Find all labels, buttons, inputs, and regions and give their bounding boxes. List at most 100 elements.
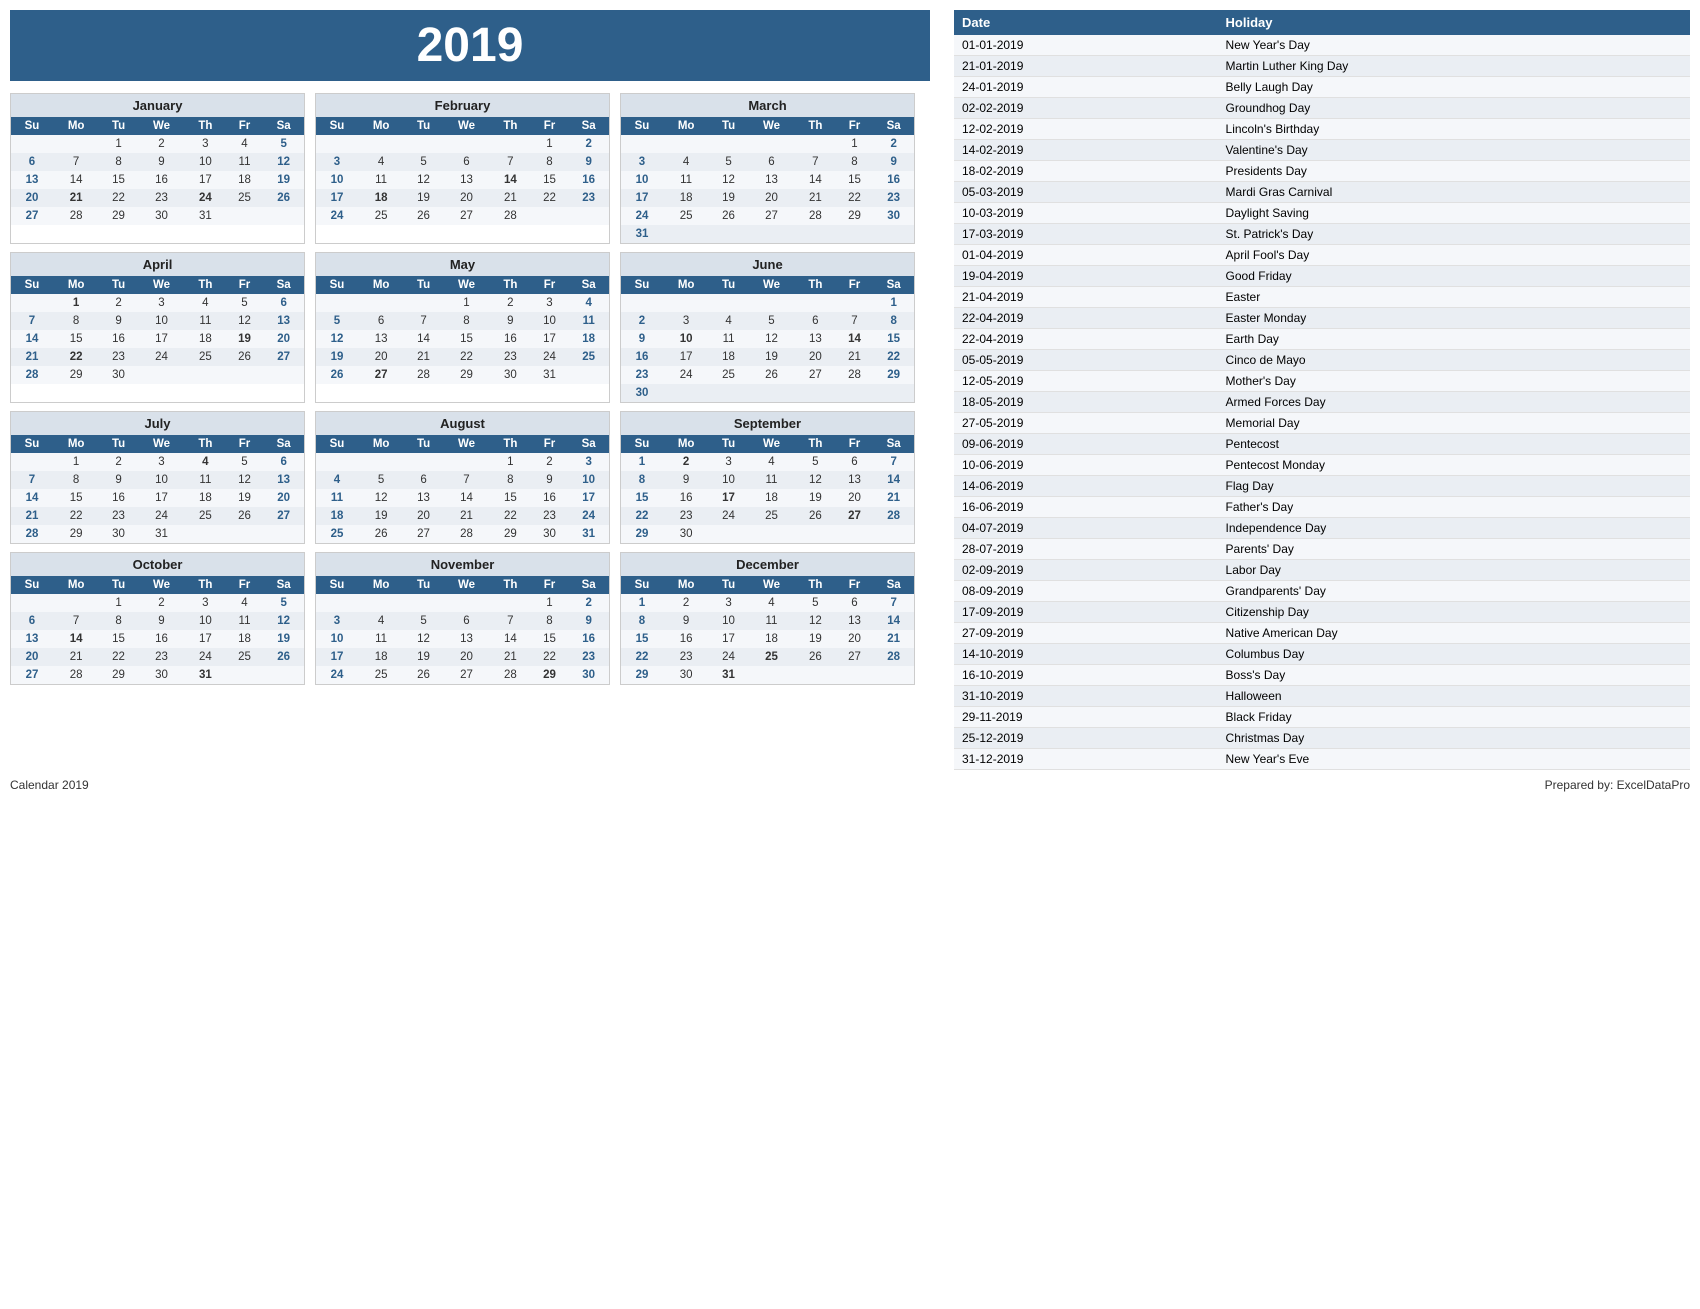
- holiday-date: 31-12-2019: [954, 749, 1218, 770]
- day-cell: 15: [53, 330, 99, 348]
- day-cell: 6: [358, 312, 404, 330]
- day-cell: 10: [185, 612, 226, 630]
- holiday-date: 14-10-2019: [954, 644, 1218, 665]
- month-title-october: October: [11, 553, 304, 576]
- day-cell: [404, 135, 443, 153]
- day-cell: 13: [443, 630, 490, 648]
- day-cell: 18: [358, 648, 404, 666]
- holiday-name: Halloween: [1218, 686, 1690, 707]
- day-cell: 31: [185, 666, 226, 684]
- holiday-row: 28-07-2019Parents' Day: [954, 539, 1690, 560]
- day-cell: 28: [795, 207, 836, 225]
- holiday-row: 05-05-2019Cinco de Mayo: [954, 350, 1690, 371]
- day-header-mo: Mo: [53, 576, 99, 594]
- day-cell: 13: [404, 489, 443, 507]
- day-cell: 27: [11, 207, 53, 225]
- month-table-september: SuMoTuWeThFrSa12345678910111213141516171…: [621, 435, 914, 543]
- day-cell: 10: [709, 471, 748, 489]
- day-cell: 21: [404, 348, 443, 366]
- day-header-fr: Fr: [531, 117, 569, 135]
- day-cell: 22: [53, 507, 99, 525]
- day-cell: 30: [568, 666, 609, 684]
- day-cell: 24: [316, 666, 358, 684]
- footer: Calendar 2019 Prepared by: ExcelDataPro: [10, 778, 1690, 792]
- holiday-row: 16-10-2019Boss's Day: [954, 665, 1690, 686]
- day-cell: 23: [663, 648, 709, 666]
- day-cell: 18: [663, 189, 709, 207]
- day-cell: 14: [795, 171, 836, 189]
- day-header-fr: Fr: [836, 276, 874, 294]
- day-cell: 20: [836, 489, 874, 507]
- day-cell: 10: [138, 471, 185, 489]
- holiday-date: 05-03-2019: [954, 182, 1218, 203]
- day-cell: 14: [11, 330, 53, 348]
- day-cell: 13: [748, 171, 795, 189]
- day-cell: [709, 384, 748, 402]
- day-cell: 4: [709, 312, 748, 330]
- day-cell: 17: [138, 489, 185, 507]
- day-cell: [709, 525, 748, 543]
- day-cell: 5: [263, 135, 304, 153]
- day-cell: 18: [226, 630, 264, 648]
- day-header-mo: Mo: [663, 276, 709, 294]
- holiday-name: Black Friday: [1218, 707, 1690, 728]
- day-cell: 15: [99, 171, 138, 189]
- day-header-we: We: [748, 117, 795, 135]
- day-cell: 14: [873, 612, 914, 630]
- day-cell: 25: [185, 507, 226, 525]
- day-cell: 2: [568, 594, 609, 612]
- day-header-tu: Tu: [404, 276, 443, 294]
- day-cell: [836, 294, 874, 312]
- day-header-fr: Fr: [531, 276, 569, 294]
- day-cell: 20: [11, 189, 53, 207]
- day-cell: 19: [226, 330, 264, 348]
- day-cell: 23: [99, 348, 138, 366]
- day-cell: 30: [138, 207, 185, 225]
- holiday-name: Memorial Day: [1218, 413, 1690, 434]
- day-cell: 5: [226, 294, 264, 312]
- day-cell: [404, 453, 443, 471]
- day-cell: [795, 135, 836, 153]
- day-cell: 7: [873, 594, 914, 612]
- holiday-row: 24-01-2019Belly Laugh Day: [954, 77, 1690, 98]
- day-cell: 9: [873, 153, 914, 171]
- month-table-july: SuMoTuWeThFrSa12345678910111213141516171…: [11, 435, 304, 543]
- calendar-title: 2019: [10, 10, 930, 81]
- day-header-sa: Sa: [873, 276, 914, 294]
- day-cell: 7: [443, 471, 490, 489]
- day-cell: 19: [263, 171, 304, 189]
- day-cell: 5: [358, 471, 404, 489]
- day-header-we: We: [748, 276, 795, 294]
- day-cell: 31: [568, 525, 609, 543]
- day-header-th: Th: [795, 435, 836, 453]
- day-cell: 2: [663, 594, 709, 612]
- holiday-name: Pentecost: [1218, 434, 1690, 455]
- day-cell: 3: [138, 294, 185, 312]
- holiday-row: 05-03-2019Mardi Gras Carnival: [954, 182, 1690, 203]
- day-header-we: We: [443, 276, 490, 294]
- holiday-name: Boss's Day: [1218, 665, 1690, 686]
- holiday-name: New Year's Eve: [1218, 749, 1690, 770]
- day-cell: 12: [358, 489, 404, 507]
- day-header-mo: Mo: [53, 435, 99, 453]
- day-cell: [873, 384, 914, 402]
- day-header-we: We: [138, 435, 185, 453]
- holiday-name: Daylight Saving: [1218, 203, 1690, 224]
- day-cell: 12: [404, 171, 443, 189]
- holiday-date: 14-06-2019: [954, 476, 1218, 497]
- day-cell: 22: [490, 507, 531, 525]
- day-cell: 31: [185, 207, 226, 225]
- day-cell: 27: [263, 348, 304, 366]
- day-cell: 5: [316, 312, 358, 330]
- day-cell: 28: [443, 525, 490, 543]
- day-cell: 19: [795, 630, 836, 648]
- day-cell: 3: [663, 312, 709, 330]
- day-cell: 27: [748, 207, 795, 225]
- day-cell: 10: [138, 312, 185, 330]
- day-cell: 21: [53, 189, 99, 207]
- day-cell: 4: [663, 153, 709, 171]
- holiday-name: Pentecost Monday: [1218, 455, 1690, 476]
- day-cell: 23: [663, 507, 709, 525]
- day-cell: 6: [443, 153, 490, 171]
- day-cell: 15: [531, 630, 569, 648]
